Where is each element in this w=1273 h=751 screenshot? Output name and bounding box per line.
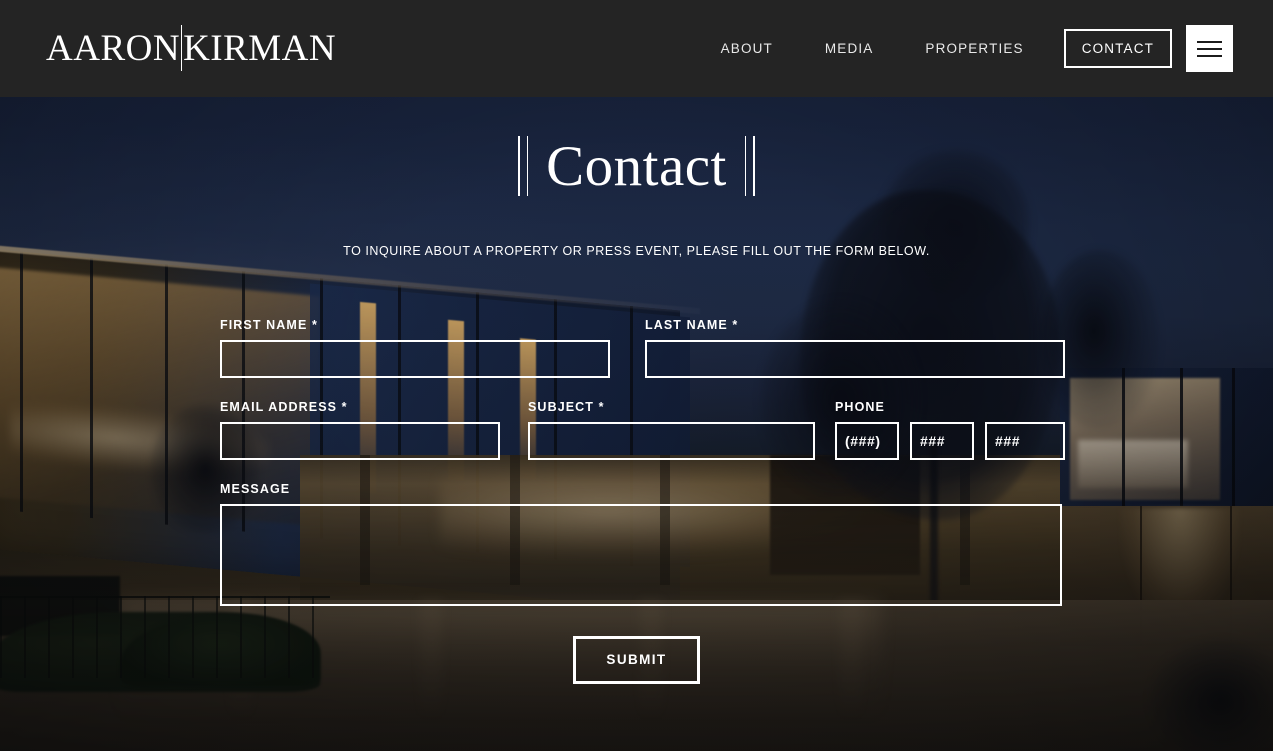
nav-item-properties[interactable]: PROPERTIES [899,42,1049,56]
form-row-message: MESSAGE [220,482,1062,611]
field-email-address: EMAIL ADDRESS * [220,400,500,460]
subject-input[interactable] [528,422,815,460]
phone-line-number-input[interactable] [985,422,1065,460]
title-right-rule-icon [744,136,755,196]
page-subtitle: TO INQUIRE ABOUT A PROPERTY OR PRESS EVE… [343,244,930,258]
page-title-block: Contact [0,136,1273,196]
logo-divider-icon [181,25,183,71]
logo-first-word: AARON [46,27,181,69]
email-input[interactable] [220,422,500,460]
email-label: EMAIL ADDRESS * [220,400,348,414]
site-header: AARON KIRMAN ABOUT MEDIA PROPERTIES CONT… [0,0,1273,97]
phone-input-group [835,422,1065,460]
contact-button[interactable]: CONTACT [1063,29,1172,68]
field-first-name: FIRST NAME * [220,318,610,378]
main-navigation: ABOUT MEDIA PROPERTIES CONTACT [721,0,1233,97]
last-name-input[interactable] [645,340,1065,378]
field-last-name: LAST NAME * [645,318,1065,378]
field-subject: SUBJECT * [528,400,815,460]
logo-last-word: KIRMAN [183,27,337,69]
page-content: Contact TO INQUIRE ABOUT A PROPERTY OR P… [0,0,1273,751]
first-name-input[interactable] [220,340,610,378]
phone-area-code-input[interactable] [835,422,899,460]
site-logo[interactable]: AARON KIRMAN [46,24,336,72]
contact-page: AARON KIRMAN ABOUT MEDIA PROPERTIES CONT… [0,0,1273,751]
submit-row: SUBMIT [0,636,1273,684]
subject-label: SUBJECT * [528,400,605,414]
menu-line [1197,54,1222,57]
nav-item-about[interactable]: ABOUT [721,42,799,56]
last-name-label: LAST NAME * [645,318,739,332]
message-label: MESSAGE [220,482,291,496]
nav-item-media[interactable]: MEDIA [799,42,900,56]
first-name-label: FIRST NAME * [220,318,318,332]
menu-line [1197,40,1222,43]
field-phone: PHONE [835,400,1065,460]
message-textarea[interactable] [220,504,1062,606]
phone-label: PHONE [835,400,885,414]
hamburger-menu-icon[interactable] [1186,25,1233,72]
phone-prefix-input[interactable] [910,422,974,460]
menu-line [1197,47,1222,50]
submit-button[interactable]: SUBMIT [573,636,700,684]
page-title: Contact [546,134,727,198]
title-left-rule-icon [518,136,529,196]
